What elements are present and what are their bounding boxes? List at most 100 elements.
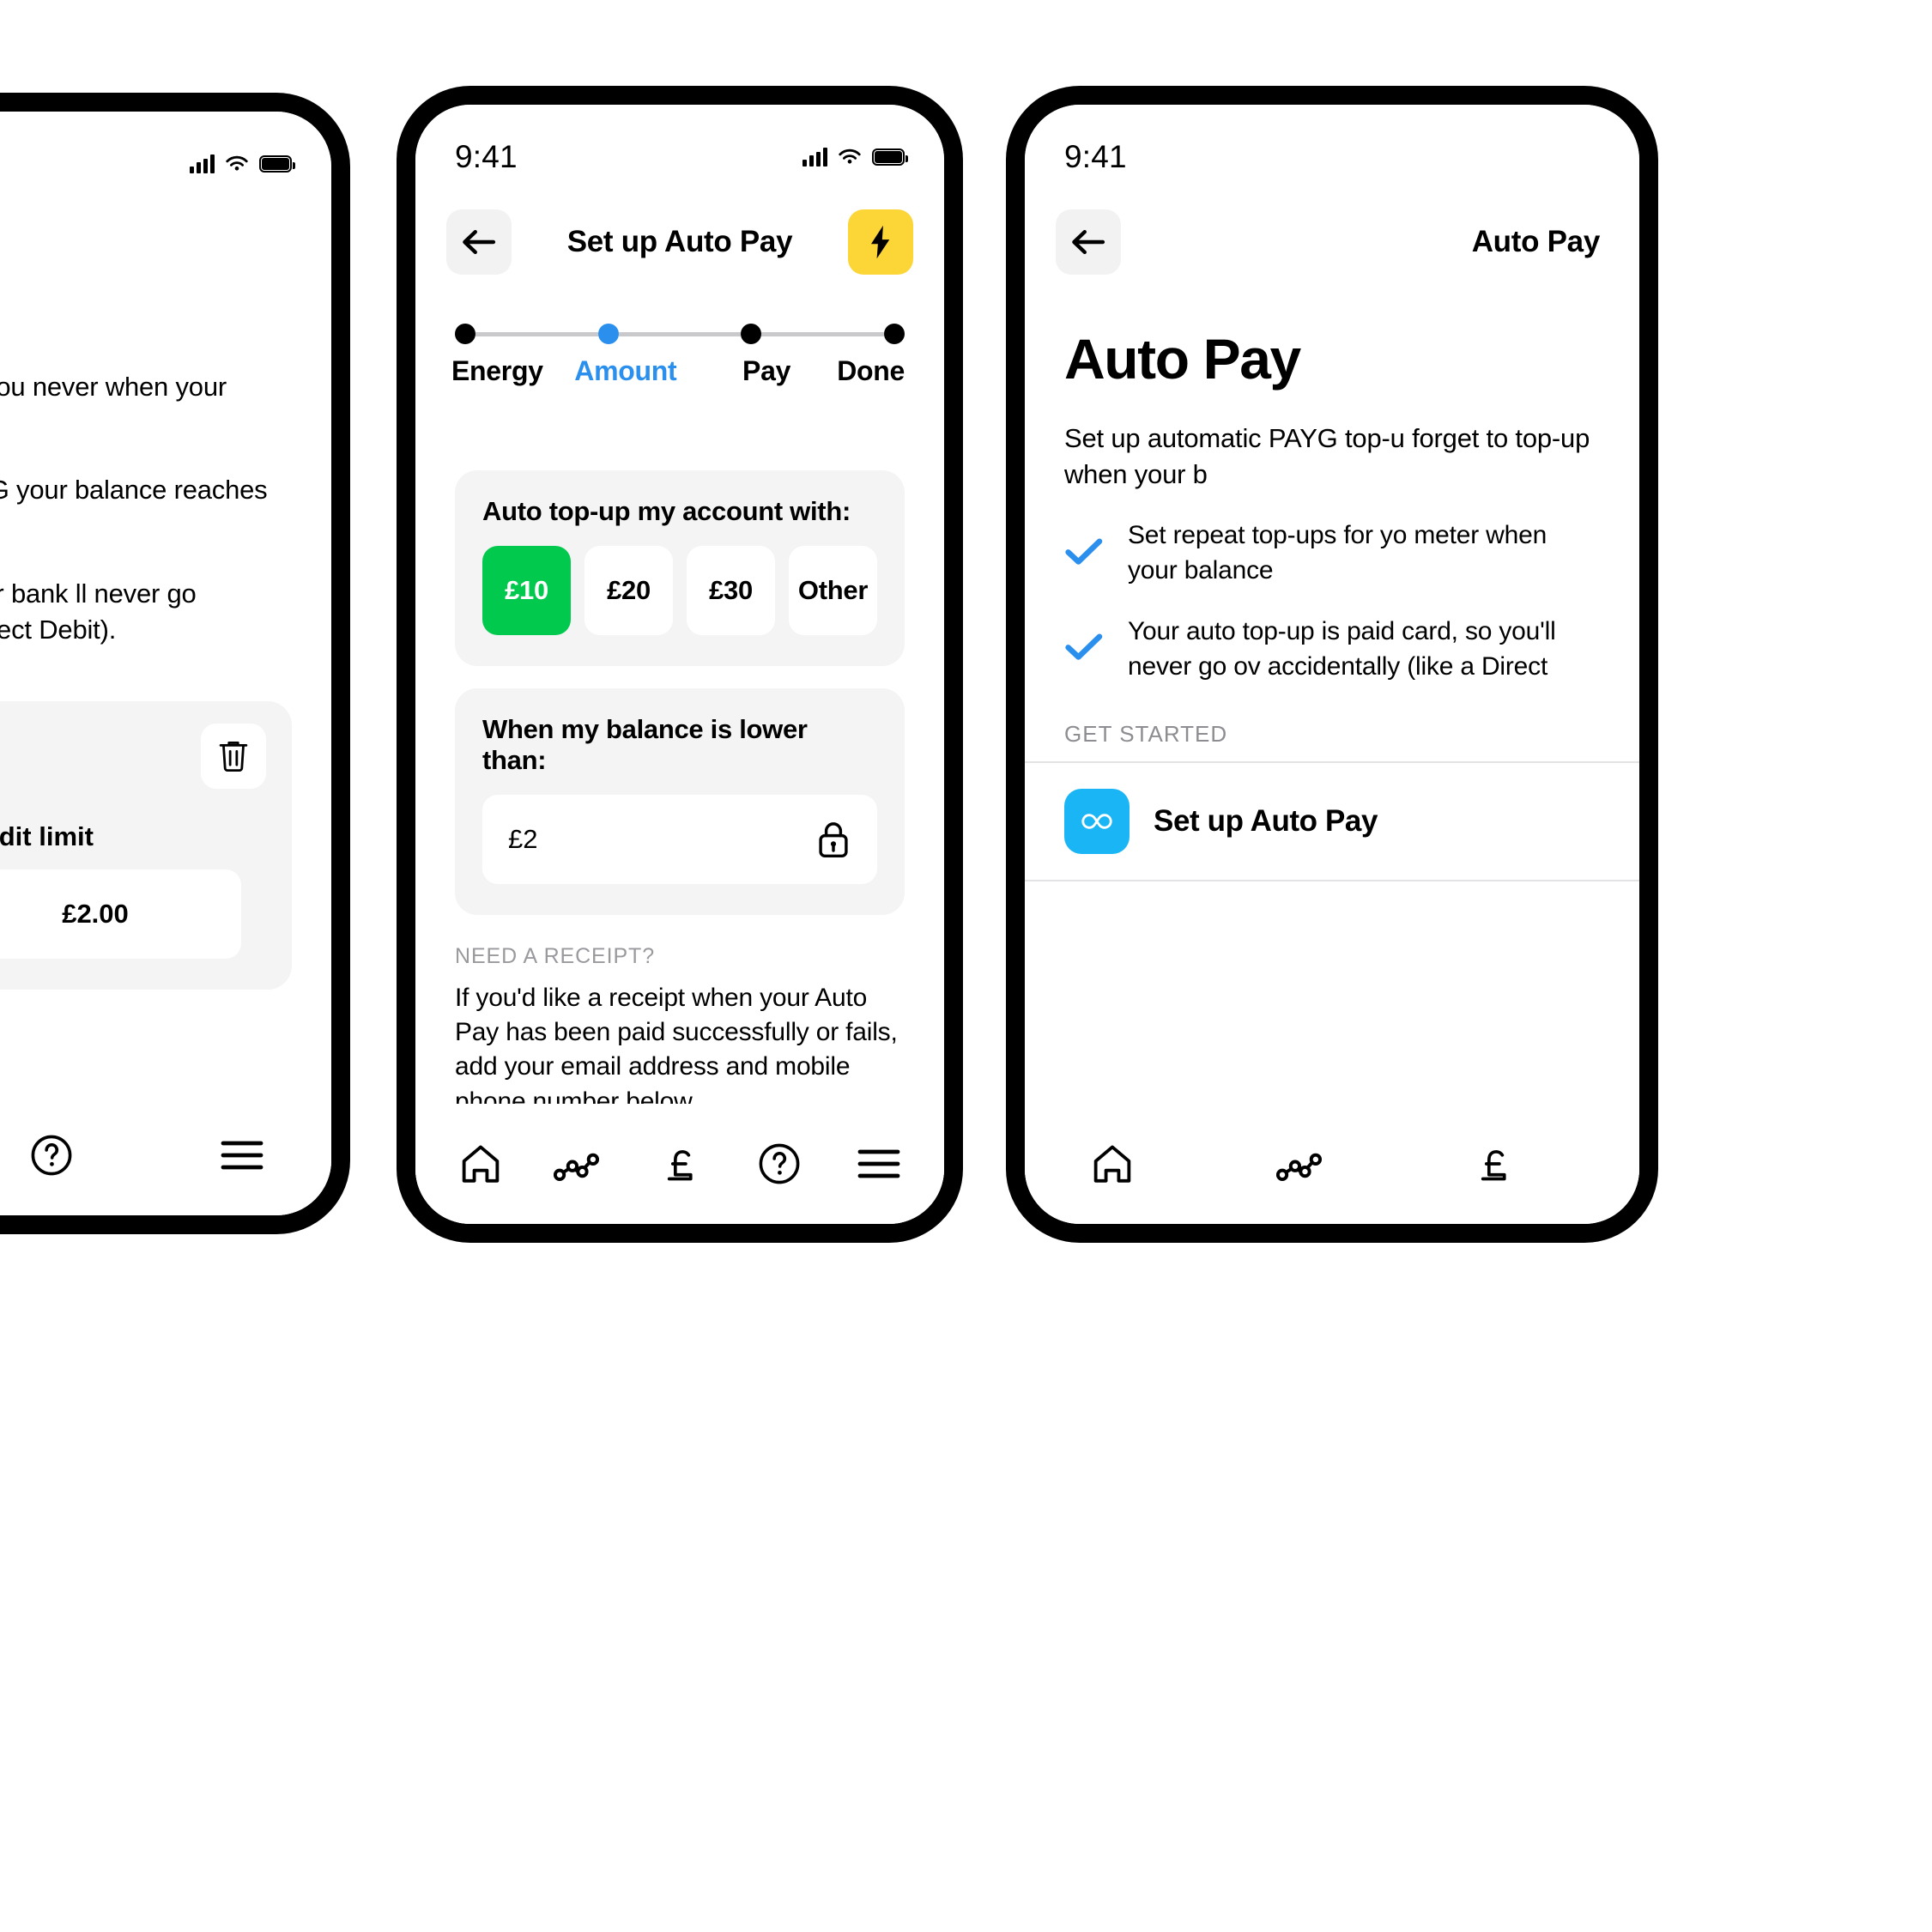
phone-left: Auto Pay c PAYG top-ups so you never whe…	[0, 93, 350, 1234]
infinity-icon	[1064, 788, 1130, 854]
tab-usage-right[interactable]	[1265, 1126, 1341, 1202]
right-content: Auto Pay Set up automatic PAYG top-u for…	[1025, 302, 1639, 1224]
topup-amount-options: £10 £20 £30 Other	[482, 546, 877, 635]
amount-option-10[interactable]: £10	[482, 546, 571, 635]
tab-menu-middle[interactable]	[841, 1126, 917, 1202]
battery-icon	[259, 155, 295, 173]
intro-text: Set up automatic PAYG top-u forget to to…	[1064, 423, 1590, 490]
tab-home-middle[interactable]	[443, 1126, 518, 1202]
progress-stepper: Energy Amount Pay Done	[451, 321, 905, 387]
stepper-label-energy: Energy	[451, 355, 543, 386]
stepper-track	[455, 321, 905, 347]
status-bar-left	[0, 112, 331, 194]
status-clock-middle: 9:41	[455, 139, 518, 174]
tab-menu-left[interactable]	[204, 1117, 280, 1193]
stepper-label-pay: Pay	[742, 355, 791, 386]
nav-bar-middle: Set up Auto Pay	[415, 187, 944, 297]
receipt-body-text: If you'd like a receipt when your Auto P…	[455, 984, 898, 1116]
arrow-left-icon	[463, 229, 496, 255]
status-icons-left	[190, 154, 295, 173]
energy-action-button[interactable]	[848, 209, 913, 275]
stepper-dot-amount[interactable]	[597, 324, 619, 344]
check-icon	[1064, 632, 1104, 667]
nav-bar-left: Auto Pay	[0, 194, 331, 304]
status-clock-right: 9:41	[1064, 139, 1127, 174]
stepper-segment-3	[761, 331, 885, 336]
phone-left-screen: Auto Pay c PAYG top-ups so you never whe…	[0, 112, 331, 1215]
tab-help-middle[interactable]	[742, 1126, 817, 1202]
stepper-label-done: Done	[837, 355, 905, 386]
page-title-left: Auto Pay	[0, 232, 300, 266]
divider-bottom	[1025, 879, 1639, 881]
tab-pound-right[interactable]	[1456, 1126, 1531, 1202]
status-bar-right: 9:41	[1025, 105, 1639, 187]
topup-amount-card: Auto top-up my account with: £10 £20 £30…	[455, 470, 905, 666]
status-icons-middle	[802, 148, 908, 167]
credit-limit-value[interactable]: £2.00	[0, 869, 241, 959]
balance-threshold-field[interactable]: £2	[482, 795, 877, 884]
signal-bars-icon	[802, 148, 827, 167]
benefit-item-1: Set repeat top-ups for yo meter when you…	[1064, 518, 1600, 589]
stepper-dot-energy[interactable]	[455, 324, 475, 344]
benefit-text-1: Set repeat top-ups for yo meter when you…	[1128, 521, 1547, 585]
lock-icon	[819, 822, 848, 857]
left-paragraph-1: c PAYG top-ups so you never when your ba…	[0, 372, 227, 402]
page-title-right: Auto Pay	[1471, 225, 1601, 258]
credit-limit-label: Credit limit	[0, 821, 94, 851]
usage-graph-icon	[1276, 1153, 1323, 1181]
tab-bar-right	[1025, 1104, 1639, 1224]
tab-bar-left	[0, 1095, 331, 1215]
lightning-bolt-icon	[871, 225, 890, 259]
wifi-icon	[226, 155, 248, 171]
left-content: c PAYG top-ups so you never when your ba…	[0, 369, 331, 990]
back-button[interactable]	[446, 209, 512, 275]
tab-usage-middle[interactable]	[542, 1126, 618, 1202]
amount-option-20[interactable]: £20	[584, 546, 673, 635]
amount-option-30[interactable]: £30	[687, 546, 775, 635]
page-title-middle: Set up Auto Pay	[566, 225, 793, 258]
tab-pound-middle[interactable]	[642, 1126, 718, 1202]
pound-icon	[667, 1150, 693, 1181]
menu-icon	[857, 1149, 900, 1178]
help-icon	[31, 1135, 72, 1176]
phone-right-screen: 9:41 Auto Pay Auto Pay Set up automatic …	[1025, 105, 1639, 1224]
wifi-icon	[839, 148, 861, 164]
set-up-auto-pay-label: Set up Auto Pay	[1154, 803, 1378, 838]
balance-threshold-title: When my balance is lower than:	[482, 714, 808, 775]
status-bar-middle: 9:41	[415, 105, 944, 187]
tab-bar-middle	[415, 1104, 944, 1224]
nav-bar-right: Auto Pay	[1025, 187, 1639, 297]
amount-option-other[interactable]: Other	[789, 546, 877, 635]
home-icon	[462, 1145, 500, 1183]
topup-amount-title: Auto top-up my account with:	[482, 496, 851, 526]
benefit-text-2: Your auto top-up is paid card, so you'll…	[1128, 616, 1556, 681]
stepper-segment-1	[475, 331, 598, 336]
left-paragraph-3: o-up is paid with your bank ll never go …	[0, 578, 197, 645]
heading-auto-pay: Auto Pay	[1064, 327, 1301, 391]
benefit-item-2: Your auto top-up is paid card, so you'll…	[1064, 615, 1600, 685]
menu-icon	[221, 1141, 263, 1170]
credit-limit-row: £2.00	[0, 869, 266, 959]
screenshot-canvas: Auto Pay c PAYG top-ups so you never whe…	[0, 0, 1932, 1932]
credit-limit-card: Credit limit £2.00	[0, 700, 292, 990]
get-started-label: GET STARTED	[1064, 720, 1228, 747]
stepper-dot-done[interactable]	[884, 324, 905, 344]
delete-button[interactable]	[201, 723, 266, 789]
arrow-left-icon	[1072, 229, 1105, 255]
left-paragraph-2: op-ups for your PAYG your balance reache…	[0, 475, 268, 506]
stepper-label-amount: Amount	[574, 355, 677, 386]
battery-icon	[872, 148, 908, 166]
tab-home-right[interactable]	[1075, 1126, 1150, 1202]
stepper-dot-pay[interactable]	[741, 324, 762, 344]
balance-threshold-value: £2	[508, 824, 538, 854]
phone-middle: 9:41 Set up Auto Pay Energy Amount Pay D…	[397, 86, 963, 1243]
balance-threshold-card: When my balance is lower than: £2	[455, 688, 905, 915]
list-item-set-up-auto-pay[interactable]: Set up Auto Pay	[1025, 763, 1639, 880]
trash-icon	[219, 741, 248, 772]
back-button-right[interactable]	[1056, 209, 1121, 275]
usage-graph-icon	[554, 1153, 600, 1181]
home-icon	[1093, 1145, 1131, 1183]
tab-help-left[interactable]	[14, 1117, 89, 1193]
stepper-labels: Energy Amount Pay Done	[451, 355, 905, 387]
help-icon	[759, 1143, 800, 1184]
